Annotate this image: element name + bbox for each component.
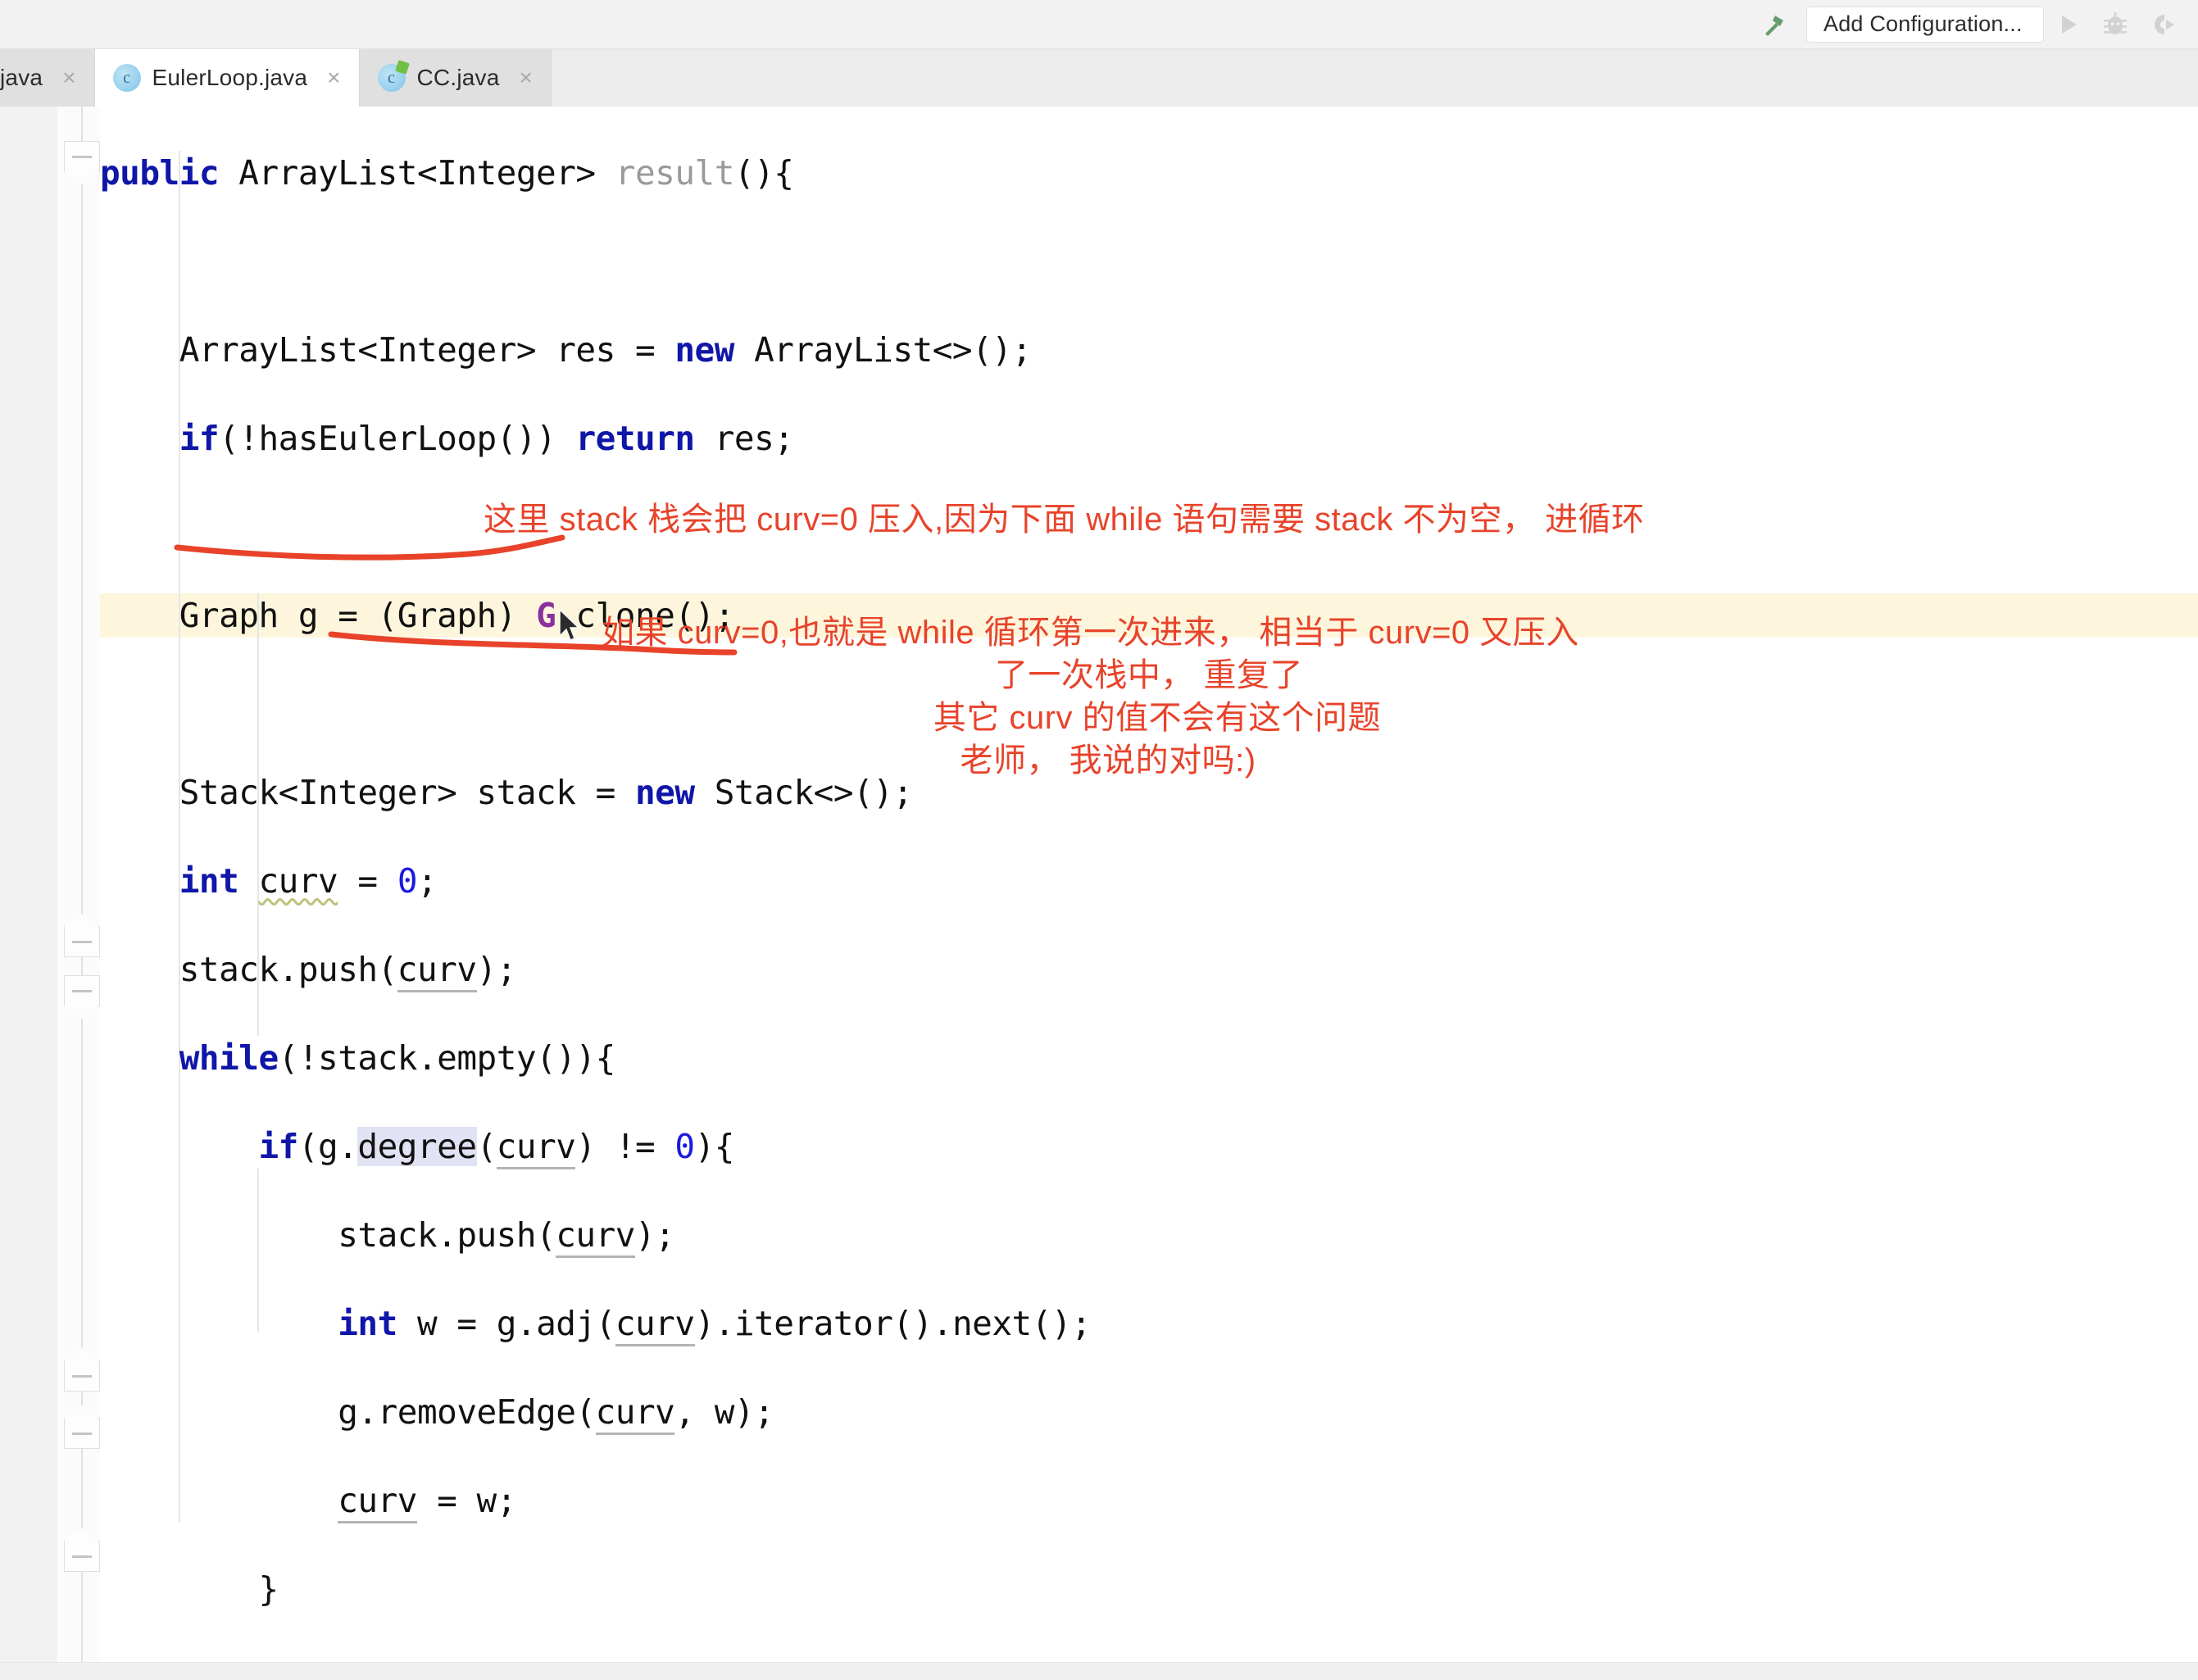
- run-with-coverage-icon[interactable]: [2144, 6, 2182, 43]
- annotation-note-1: 这里 stack 栈会把 curv=0 压入,因为下面 while 语句需要 s…: [484, 502, 1645, 538]
- code-line[interactable]: stack.push(curv);: [100, 947, 1091, 992]
- annotation-note-2-line-3: 其它 curv 的值不会有这个问题: [933, 700, 1382, 736]
- tab-bar-filler: [551, 49, 2198, 107]
- tab-close-icon[interactable]: ×: [327, 66, 340, 89]
- debug-bug-icon[interactable]: [2096, 6, 2134, 43]
- fold-marker-collapse[interactable]: [64, 1347, 100, 1392]
- java-class-icon: c: [112, 64, 141, 92]
- editor-tab-bar: java × c EulerLoop.java × c CC.java ×: [0, 49, 2198, 107]
- code-line[interactable]: stack.push(curv);: [100, 1213, 1091, 1258]
- editor-tab-cc[interactable]: c CC.java ×: [359, 49, 552, 107]
- tab-label: EulerLoop.java: [152, 65, 308, 90]
- code-line[interactable]: }: [100, 1567, 1091, 1611]
- annotation-note-2-line-2: 了一次栈中， 重复了: [994, 657, 1304, 693]
- editor-tab-eulerloop[interactable]: c EulerLoop.java ×: [94, 49, 360, 107]
- fold-marker-collapse[interactable]: [64, 913, 100, 957]
- modified-badge-icon: [394, 60, 410, 75]
- code-content-area[interactable]: public ArrayList<Integer> result(){ Arra…: [100, 107, 2198, 1664]
- status-bar: [0, 1662, 2198, 1680]
- hammer-icon[interactable]: [1755, 6, 1793, 43]
- code-line[interactable]: int w = g.adj(curv).iterator().next();: [100, 1301, 1092, 1346]
- annotation-note-2-line-4: 老师， 我说的对吗:): [960, 742, 1256, 779]
- code-line[interactable]: if(!hasEulerLoop()) return res;: [100, 416, 1091, 461]
- code-line[interactable]: curv = w;: [100, 1478, 1091, 1523]
- ide-window: Add Configuration... java × c EulerLoop.…: [0, 0, 2198, 1680]
- main-toolbar: Add Configuration...: [0, 0, 2198, 49]
- code-line[interactable]: int curv = 0;: [100, 859, 1091, 903]
- editor-tab-java-clipped[interactable]: java ×: [0, 49, 95, 107]
- tab-close-icon[interactable]: ×: [520, 66, 533, 89]
- code-line[interactable]: if(g.degree(curv) != 0){: [100, 1124, 1091, 1169]
- code-line[interactable]: g.removeEdge(curv, w);: [100, 1390, 1091, 1435]
- code-line[interactable]: [100, 239, 1091, 284]
- code-line[interactable]: public ArrayList<Integer> result(){: [100, 151, 1091, 195]
- code-line[interactable]: while(!stack.empty()){: [100, 1036, 1091, 1080]
- code-folding-rail[interactable]: [57, 107, 100, 1664]
- run-play-icon[interactable]: [2049, 6, 2087, 43]
- source-code[interactable]: public ArrayList<Integer> result(){ Arra…: [100, 107, 1092, 1664]
- code-editor[interactable]: public ArrayList<Integer> result(){ Arra…: [0, 107, 2198, 1664]
- tab-label: java: [0, 65, 43, 90]
- fold-marker-collapse[interactable]: [64, 1405, 100, 1449]
- run-configuration-selector[interactable]: Add Configuration...: [1806, 6, 2044, 43]
- run-config-label: Add Configuration...: [1823, 11, 2023, 36]
- java-class-icon: c: [377, 60, 410, 92]
- tab-label: CC.java: [416, 65, 500, 90]
- mouse-pointer-icon: [559, 608, 580, 641]
- code-line[interactable]: ArrayList<Integer> res = new ArrayList<>…: [100, 328, 1091, 372]
- annotation-note-2-line-1: 如果 curv=0,也就是 while 循环第一次进来， 相当于 curv=0 …: [602, 615, 1579, 651]
- fold-marker-collapse[interactable]: [64, 141, 100, 185]
- fold-marker-collapse[interactable]: [64, 1528, 100, 1572]
- editor-gutter[interactable]: [0, 107, 58, 1664]
- fold-marker-collapse[interactable]: [64, 975, 100, 1019]
- tab-close-icon[interactable]: ×: [62, 66, 75, 89]
